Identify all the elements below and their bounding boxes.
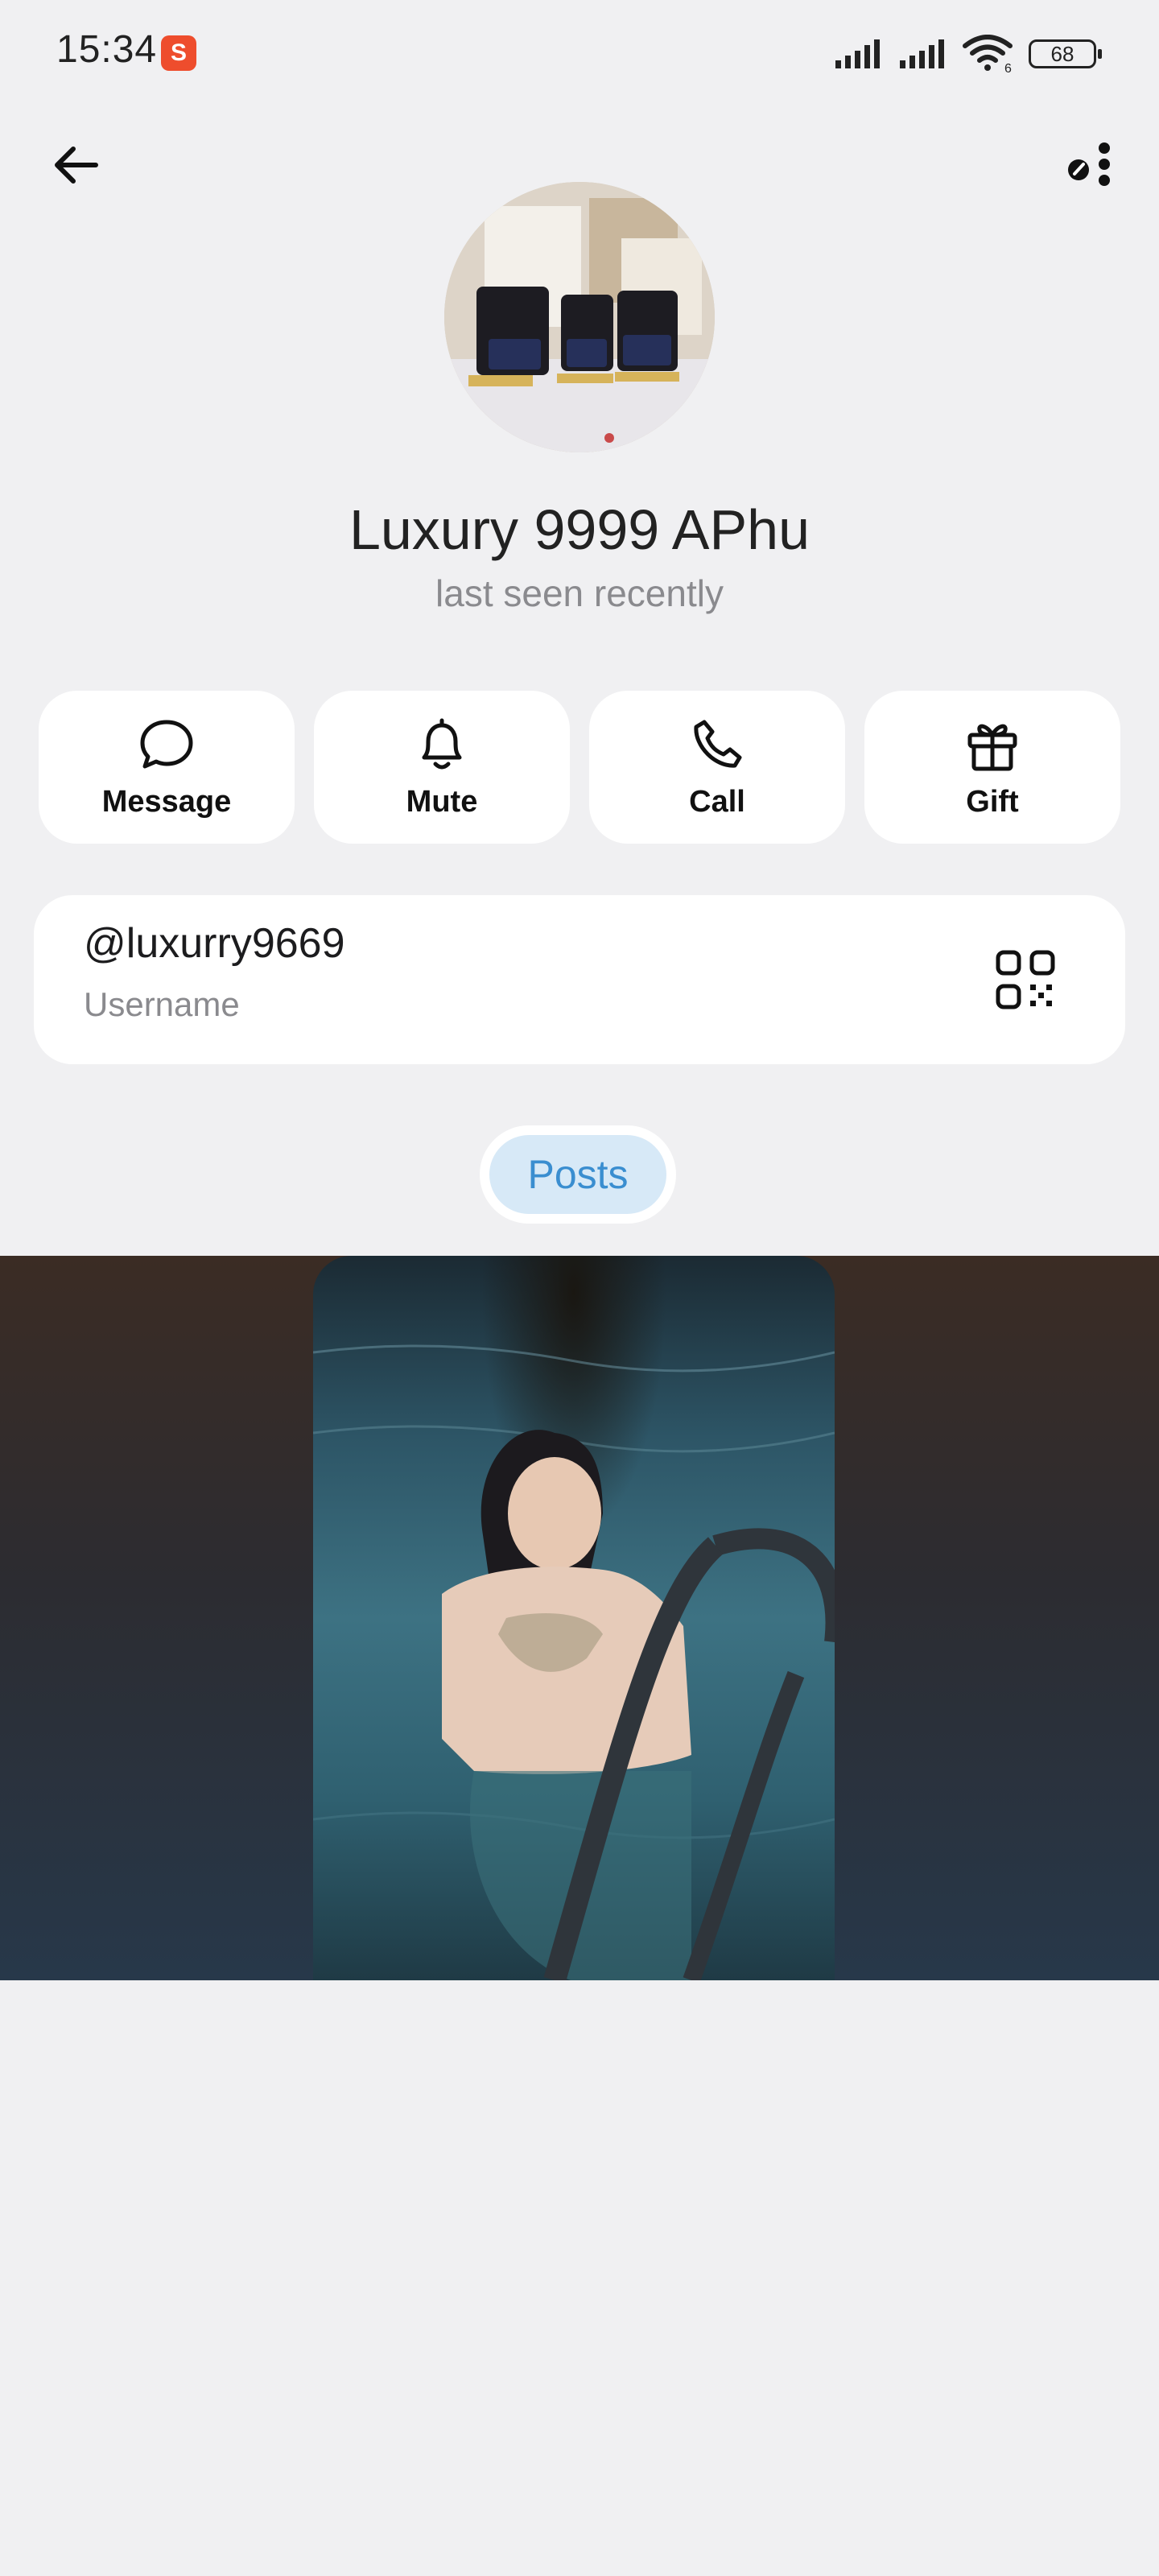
avatar-image xyxy=(444,182,715,452)
username-label: Username xyxy=(84,985,240,1023)
tab-posts[interactable]: Posts xyxy=(489,1135,666,1214)
wifi-icon: 6 xyxy=(963,35,1013,73)
tabs: Posts xyxy=(480,1125,676,1224)
posts-grid xyxy=(0,1256,1159,1980)
status-time: 15:34 xyxy=(56,28,158,71)
back-button[interactable] xyxy=(40,129,113,201)
wifi-badge: 6 xyxy=(1004,62,1012,73)
more-vertical-icon xyxy=(1068,142,1110,186)
post-thumbnail[interactable] xyxy=(313,1256,835,1980)
bell-icon xyxy=(422,718,462,769)
chat-bubble-icon xyxy=(140,720,193,768)
battery-icon: 68 xyxy=(1029,39,1102,68)
profile-name: Luxury 9999 APhu xyxy=(349,498,810,561)
gift-icon xyxy=(967,724,1017,770)
username-value[interactable]: @luxurry9669 xyxy=(84,919,345,968)
phone-icon xyxy=(694,720,742,768)
gift-button[interactable]: Gift xyxy=(864,691,1120,844)
signal-icon-2 xyxy=(900,39,944,68)
message-button[interactable]: Message xyxy=(39,691,295,844)
status-icons: 6 68 xyxy=(834,32,1102,76)
message-label: Message xyxy=(101,784,232,819)
action-buttons: Message Mute Call Gift xyxy=(39,691,1120,844)
qr-code-icon xyxy=(996,950,1055,1009)
arrow-left-icon xyxy=(55,147,98,184)
signal-icon xyxy=(835,39,880,68)
username-card[interactable]: @luxurry9669 Username xyxy=(34,895,1125,1064)
gift-label: Gift xyxy=(966,784,1019,819)
call-label: Call xyxy=(689,784,745,819)
shopee-icon: S xyxy=(161,35,196,71)
mute-label: Mute xyxy=(406,784,478,819)
avatar[interactable] xyxy=(444,182,715,452)
qr-code-button[interactable] xyxy=(993,947,1058,1012)
profile-status: last seen recently xyxy=(435,572,724,614)
mute-button[interactable]: Mute xyxy=(314,691,570,844)
post-image xyxy=(313,1344,835,1980)
more-options-button[interactable] xyxy=(1054,129,1127,201)
call-button[interactable]: Call xyxy=(589,691,845,844)
status-bar: 15:34 S 6 68 xyxy=(0,0,1159,105)
